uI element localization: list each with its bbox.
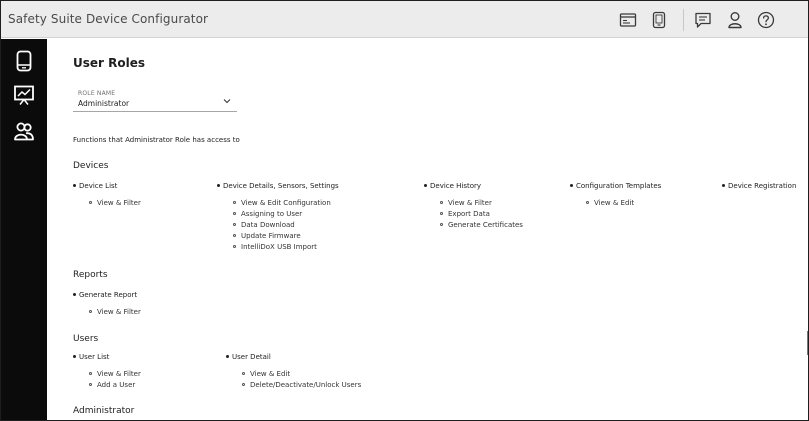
device-icon[interactable] — [12, 49, 36, 73]
permission-label: View & Filter — [97, 308, 141, 316]
permission-label: View & Filter — [448, 199, 492, 207]
permission-item: View & Edit — [242, 369, 290, 379]
bullet-icon — [440, 211, 443, 215]
permission-label: IntelliDoX USB Import — [241, 243, 317, 251]
app-title: Safety Suite Device Configurator — [8, 12, 209, 26]
section-title-reports: Reports — [73, 270, 108, 280]
bullet-icon — [89, 371, 92, 375]
bullet-icon — [73, 292, 76, 296]
role-name-label: ROLE NAME — [78, 90, 116, 97]
bullet-icon — [722, 183, 725, 187]
group-title: User Detail — [226, 353, 271, 361]
page-title: User Roles — [73, 56, 145, 70]
section-title-devices: Devices — [73, 161, 109, 171]
bullet-icon — [233, 211, 236, 215]
group-label: Generate Report — [79, 291, 138, 299]
bullet-icon — [89, 309, 92, 313]
bullet-icon — [242, 382, 245, 386]
side-navigation — [1, 39, 47, 420]
permission-item: Update Firmware — [233, 231, 301, 241]
bullet-icon — [570, 183, 573, 187]
permission-label: View & Edit — [250, 370, 291, 378]
chat-icon[interactable] — [693, 10, 713, 30]
group-title: Configuration Templates — [570, 182, 661, 190]
bullet-icon — [73, 354, 76, 358]
permission-item: IntelliDoX USB Import — [233, 242, 317, 252]
bullet-icon — [233, 244, 236, 248]
permission-item: View & Filter — [440, 198, 492, 208]
help-icon[interactable] — [756, 10, 776, 30]
bullet-icon — [440, 222, 443, 226]
group-title: Device History — [424, 182, 481, 190]
users-group-icon[interactable] — [12, 119, 36, 143]
permission-label: Assigning to User — [241, 210, 303, 218]
permission-item: View & Filter — [89, 198, 141, 208]
group-label: Device Registration — [728, 182, 797, 190]
header-divider — [683, 9, 684, 31]
permission-item: Data Download — [233, 220, 295, 230]
group-title: User List — [73, 353, 109, 361]
chevron-down-icon — [223, 99, 231, 104]
bullet-icon — [586, 200, 589, 204]
permission-label: View & Edit — [594, 199, 635, 207]
role-name-select[interactable]: ROLE NAME Administrator — [73, 88, 237, 112]
user-icon[interactable] — [725, 10, 745, 30]
permission-item: View & Filter — [89, 307, 141, 317]
permission-label: View & Edit Configuration — [241, 199, 331, 207]
permission-item: View & Filter — [89, 369, 141, 379]
bullet-icon — [233, 233, 236, 237]
permission-label: Data Download — [241, 221, 295, 229]
access-description: Functions that Administrator Role has ac… — [73, 136, 240, 144]
role-name-value: Administrator — [78, 99, 130, 108]
permission-label: Export Data — [448, 210, 490, 218]
group-label: Device History — [430, 182, 482, 190]
permission-label: Delete/Deactivate/Unlock Users — [250, 381, 362, 389]
group-label: User Detail — [232, 353, 271, 361]
bullet-icon — [233, 200, 236, 204]
group-title: Generate Report — [73, 291, 137, 299]
main-content: User Roles ROLE NAME Administrator Funct… — [47, 39, 808, 420]
top-header: Safety Suite Device Configurator — [1, 1, 808, 38]
section-title-administrator: Administrator — [73, 406, 135, 416]
group-label: Device List — [79, 182, 118, 190]
presentation-report-icon[interactable] — [12, 83, 36, 107]
bullet-icon — [424, 183, 427, 187]
permission-label: View & Filter — [97, 199, 141, 207]
bullet-icon — [217, 183, 220, 187]
bullet-icon — [242, 371, 245, 375]
group-label: User List — [79, 353, 110, 361]
permission-label: Generate Certificates — [448, 221, 523, 229]
permission-label: Update Firmware — [241, 232, 301, 240]
group-title: Device Details, Sensors, Settings — [217, 182, 339, 190]
permission-item: View & Edit — [586, 198, 634, 208]
section-title-users: Users — [73, 334, 99, 344]
permission-item: Assigning to User — [233, 209, 302, 219]
device-list-icon[interactable] — [618, 10, 638, 30]
permission-item: Generate Certificates — [440, 220, 523, 230]
bullet-icon — [233, 222, 236, 226]
bullet-icon — [89, 382, 92, 386]
group-label: Device Details, Sensors, Settings — [223, 182, 339, 190]
bullet-icon — [73, 183, 76, 187]
permission-item: Delete/Deactivate/Unlock Users — [242, 380, 361, 390]
permission-item: View & Edit Configuration — [233, 198, 331, 208]
bullet-icon — [89, 200, 92, 204]
permission-label: Add a User — [97, 381, 136, 389]
group-title: Device List — [73, 182, 117, 190]
group-title: Device Registration — [722, 182, 796, 190]
permission-item: Export Data — [440, 209, 490, 219]
group-label: Configuration Templates — [576, 182, 662, 190]
app-window: Safety Suite Device Configurator User Ro… — [0, 0, 809, 421]
bullet-icon — [226, 354, 229, 358]
permission-item: Add a User — [89, 380, 135, 390]
device-check-icon[interactable] — [649, 10, 669, 30]
bullet-icon — [440, 200, 443, 204]
permission-label: View & Filter — [97, 370, 141, 378]
